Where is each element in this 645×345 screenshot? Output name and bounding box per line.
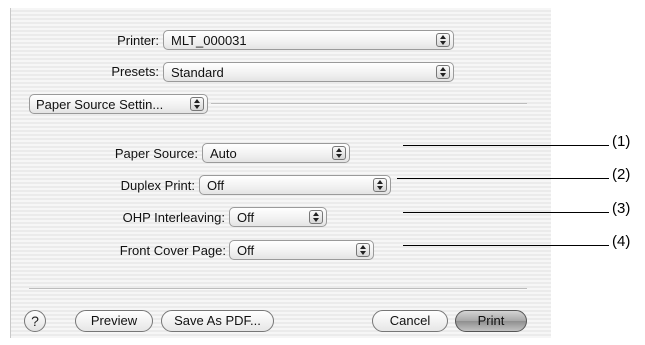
print-dialog: Printer: MLT_000031 Presets: Standard Pa… (10, 8, 551, 338)
updown-arrows-icon (373, 178, 387, 192)
presets-label: Presets: (111, 64, 159, 79)
duplex-print-popup[interactable]: Off (199, 175, 391, 195)
presets-value: Standard (171, 65, 224, 80)
ohp-interleaving-popup[interactable]: Off (229, 207, 327, 227)
panel-separator (211, 103, 527, 105)
callout-label-2: (2) (612, 166, 631, 183)
callout-line-3 (403, 212, 609, 213)
duplex-print-label: Duplex Print: (120, 178, 195, 193)
paper-source-popup[interactable]: Auto (202, 143, 350, 163)
printer-popup[interactable]: MLT_000031 (163, 30, 454, 50)
printer-label: Printer: (117, 33, 159, 48)
paper-source-value: Auto (210, 146, 237, 161)
panel-selector-popup[interactable]: Paper Source Settin... (29, 94, 208, 114)
front-cover-page-value: Off (237, 243, 255, 258)
callout-label-4: (4) (612, 233, 631, 250)
printer-value: MLT_000031 (171, 33, 247, 48)
paper-source-label: Paper Source: (114, 146, 198, 161)
updown-arrows-icon (190, 97, 204, 111)
callout-line-1 (403, 145, 609, 146)
presets-popup[interactable]: Standard (163, 62, 454, 82)
duplex-print-value: Off (207, 178, 225, 193)
ohp-interleaving-label: OHP Interleaving: (122, 210, 225, 225)
callout-line-4 (403, 245, 609, 246)
front-cover-page-label: Front Cover Page: (119, 243, 226, 258)
callout-label-3: (3) (612, 200, 631, 217)
updown-arrows-icon (309, 210, 323, 224)
question-mark-icon: ? (31, 313, 39, 329)
updown-arrows-icon (436, 33, 450, 47)
panel-selector-value: Paper Source Settin... (36, 97, 164, 112)
updown-arrows-icon (436, 65, 450, 79)
callout-label-1: (1) (612, 133, 631, 150)
save-as-pdf-button[interactable]: Save As PDF... (161, 310, 274, 332)
help-button[interactable]: ? (24, 310, 46, 332)
updown-arrows-icon (356, 243, 370, 257)
print-button[interactable]: Print (455, 310, 527, 332)
bottom-separator (29, 288, 527, 290)
cancel-button[interactable]: Cancel (372, 310, 448, 332)
front-cover-page-popup[interactable]: Off (229, 240, 374, 260)
ohp-interleaving-value: Off (237, 210, 255, 225)
callout-line-2 (397, 178, 609, 179)
preview-button[interactable]: Preview (75, 310, 153, 332)
updown-arrows-icon (332, 146, 346, 160)
